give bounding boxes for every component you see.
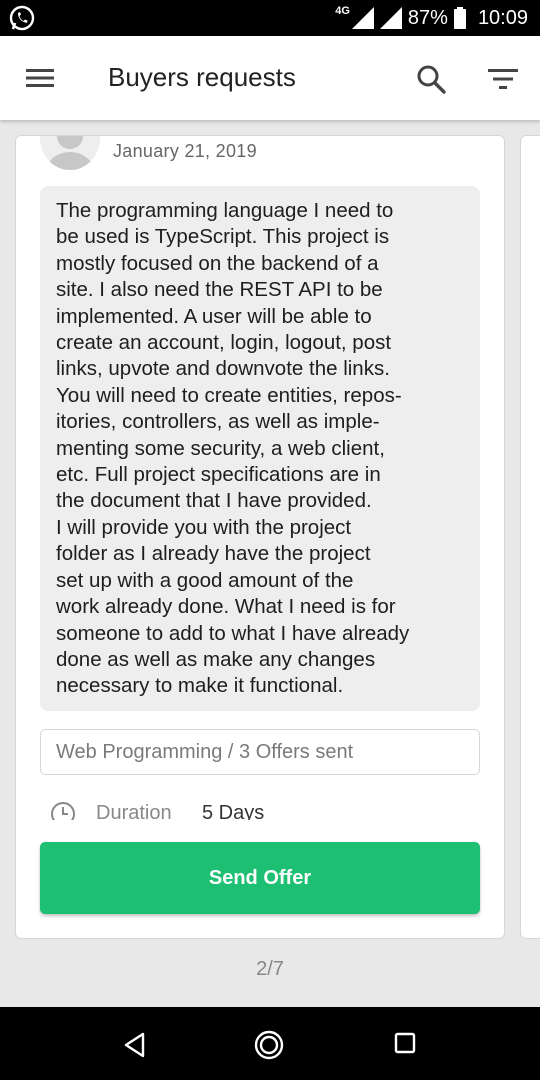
app-bar: Buyers requests: [0, 36, 540, 120]
description-line: someone to add to what I have already: [56, 621, 410, 645]
request-date: January 21, 2019: [113, 141, 257, 161]
request-description: The programming language I need to be us…: [40, 186, 480, 711]
description-line: work already done. What I need is for: [56, 595, 396, 619]
description-line: implemented. A user will be able to: [56, 304, 372, 328]
next-request-card[interactable]: [520, 135, 540, 939]
search-icon[interactable]: [414, 62, 448, 96]
description-line: links, upvote and downvote the links.: [56, 357, 390, 381]
description-line: You will need to create entities, repos-: [56, 383, 402, 407]
category-offers: Web Programming / 3 Offers sent: [40, 729, 480, 775]
signal-icon: [351, 7, 374, 29]
home-icon[interactable]: [253, 1029, 285, 1061]
description-line: set up with a good amount of the: [56, 568, 354, 592]
clock-icon: [51, 802, 75, 820]
page-indicator: 2/7: [256, 958, 284, 980]
navigation-bar: [0, 1007, 540, 1080]
whatsapp-icon: [9, 5, 35, 31]
menu-icon[interactable]: [24, 64, 56, 92]
description-line: etc. Full project specifications are in: [56, 463, 381, 487]
avatar: [40, 136, 100, 170]
duration-label: Duration: [96, 802, 172, 820]
description-line: mostly focused on the backend of a: [56, 251, 379, 275]
recent-apps-icon[interactable]: [394, 1032, 416, 1054]
description-line: be used is TypeScript. This project is: [56, 225, 390, 249]
description-line: create an account, login, logout, post: [56, 331, 392, 355]
battery-icon: [453, 7, 466, 29]
battery-percentage: 87%: [407, 6, 448, 29]
description-line: I will provide you with the project: [56, 515, 352, 539]
request-card: January 21, 2019 The programming languag…: [15, 135, 505, 939]
description-line: folder as I already have the project: [56, 542, 371, 566]
clock-time: 10:09: [477, 6, 528, 29]
description-line: The programming language I need to: [56, 199, 394, 222]
description-line: the document that I have provided.: [56, 489, 372, 513]
filter-icon[interactable]: [486, 66, 520, 92]
avatar-icon: [46, 136, 94, 170]
status-bar: 4G 87% 10:09: [0, 0, 540, 36]
network-type: 4G: [335, 5, 350, 17]
description-line: done as well as make any changes: [56, 647, 376, 671]
signal-icon: [379, 7, 402, 29]
duration-value: 5 Days: [202, 802, 265, 820]
page-title: Buyers requests: [108, 62, 296, 92]
back-icon[interactable]: [121, 1031, 149, 1059]
description-line: menting some security, a web client,: [56, 436, 385, 460]
send-offer-button[interactable]: Send Offer: [40, 842, 480, 914]
description-line: itories, controllers, as well as imple-: [56, 410, 380, 434]
description-line: necessary to make it functional.: [56, 674, 344, 698]
duration-row: Duration 5 Days: [50, 796, 470, 820]
description-line: site. I also need the REST API to be: [56, 278, 383, 302]
